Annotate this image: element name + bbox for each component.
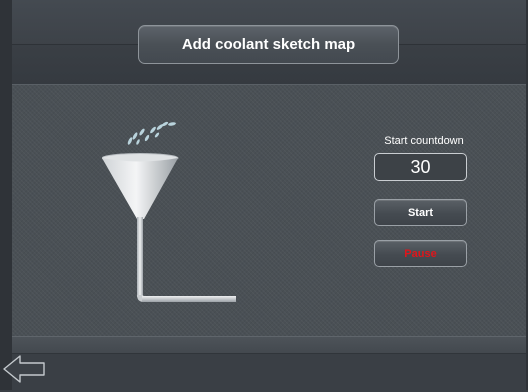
start-button[interactable]: Start [374, 199, 467, 226]
footer [12, 336, 526, 392]
footer-band [12, 353, 526, 392]
header: Add coolant sketch map [12, 0, 526, 85]
back-button[interactable] [0, 351, 48, 387]
main-panel: Start countdown 30 Start Pause [12, 84, 526, 337]
page-title: Add coolant sketch map [138, 25, 399, 64]
countdown-field[interactable]: 30 [374, 153, 467, 181]
coolant-droplets [127, 121, 176, 145]
pause-button[interactable]: Pause [374, 240, 467, 267]
funnel-illustration [102, 121, 236, 302]
countdown-label: Start countdown [384, 135, 464, 147]
back-arrow-icon [3, 355, 45, 383]
